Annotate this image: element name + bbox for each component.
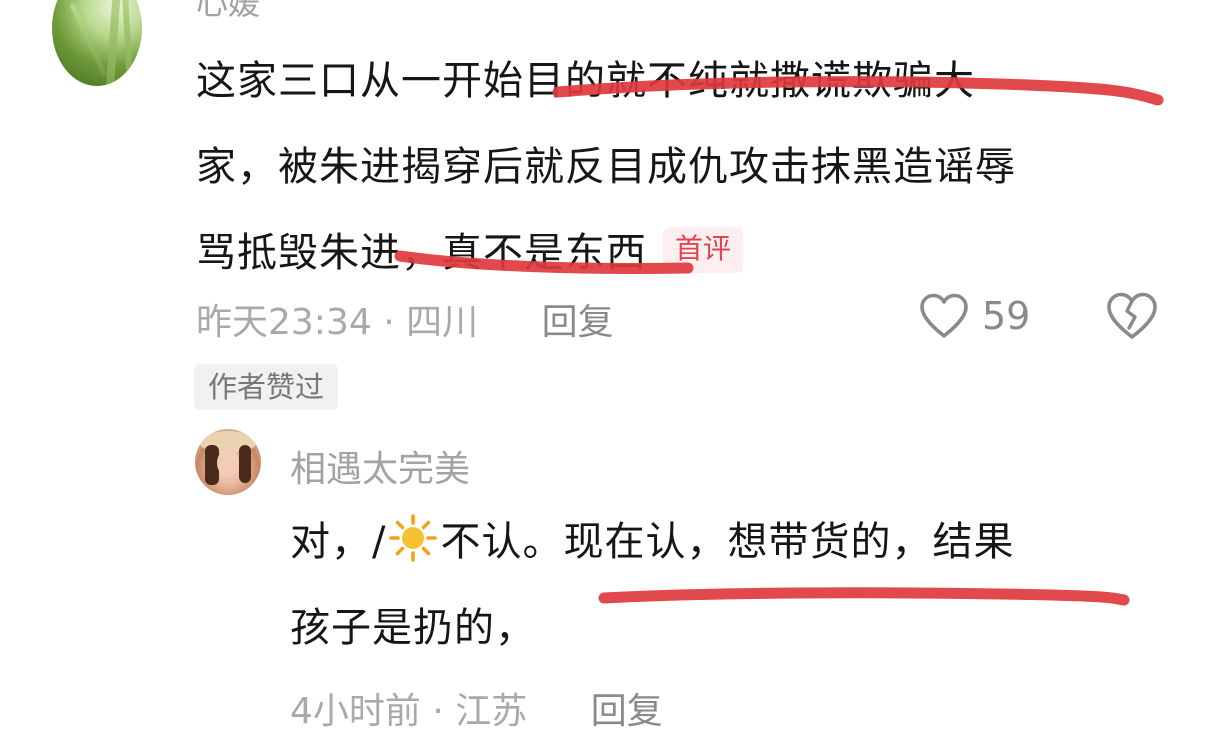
timestamp: 4小时前	[290, 691, 421, 732]
comment-line: 家，被朱进揭穿后就反目成仇攻击抹黑造谣辱	[196, 144, 1016, 190]
timestamp: 昨天23:34	[196, 302, 372, 343]
separator: ·	[432, 691, 444, 732]
broken-heart-icon	[1107, 292, 1157, 339]
like-count: 59	[982, 294, 1031, 338]
comment-line: 骂抵毁朱进，真不是东西 首评	[196, 210, 1186, 296]
reply-meta: 4小时前 · 江苏 回复	[290, 682, 663, 734]
username[interactable]: 心媛	[196, 0, 260, 24]
author-liked-badge: 作者赞过	[194, 364, 339, 410]
reply-avatar[interactable]	[195, 429, 261, 495]
comment-thread: 心媛 这家三口从一开始目的就不纯就撒谎欺骗大 家，被朱进揭穿后就反目成仇攻击抹黑…	[0, 0, 1216, 752]
first-comment-badge: 首评	[663, 227, 744, 273]
reply-username[interactable]: 相遇太完美	[290, 440, 470, 492]
separator: ·	[383, 302, 395, 343]
comment-text[interactable]: 这家三口从一开始目的就不纯就撒谎欺骗大 家，被朱进揭穿后就反目成仇攻击抹黑造谣辱…	[196, 38, 1186, 296]
reply-line-text: 不认。现在认，想带货的，结果	[440, 519, 1015, 565]
location: 四川	[406, 302, 479, 343]
reply-button[interactable]: 回复	[542, 302, 614, 343]
dislike-button[interactable]	[1104, 290, 1160, 342]
location: 江苏	[455, 691, 528, 732]
like-button[interactable]: 59	[918, 290, 1030, 342]
reply-line-text: 对，/	[290, 519, 387, 565]
avatar[interactable]	[52, 0, 142, 86]
reply-line: 孩子是扔的，	[290, 605, 536, 651]
reply-line: 对，/ 不认。现在认，想带货的，结果	[290, 499, 1170, 585]
reply-button[interactable]: 回复	[591, 691, 663, 732]
heart-outline-icon	[920, 293, 968, 338]
comment-line: 这家三口从一开始目的就不纯就撒谎欺骗大	[196, 58, 975, 104]
reply-text[interactable]: 对，/ 不认。现在认，想带货的，结果 孩子是扔的，	[290, 499, 1170, 671]
comment-meta: 昨天23:34 · 四川 回复	[196, 293, 614, 345]
comment-line-text: 骂抵毁朱进，真不是东西	[196, 230, 647, 276]
sun-emoji-icon	[389, 514, 438, 562]
